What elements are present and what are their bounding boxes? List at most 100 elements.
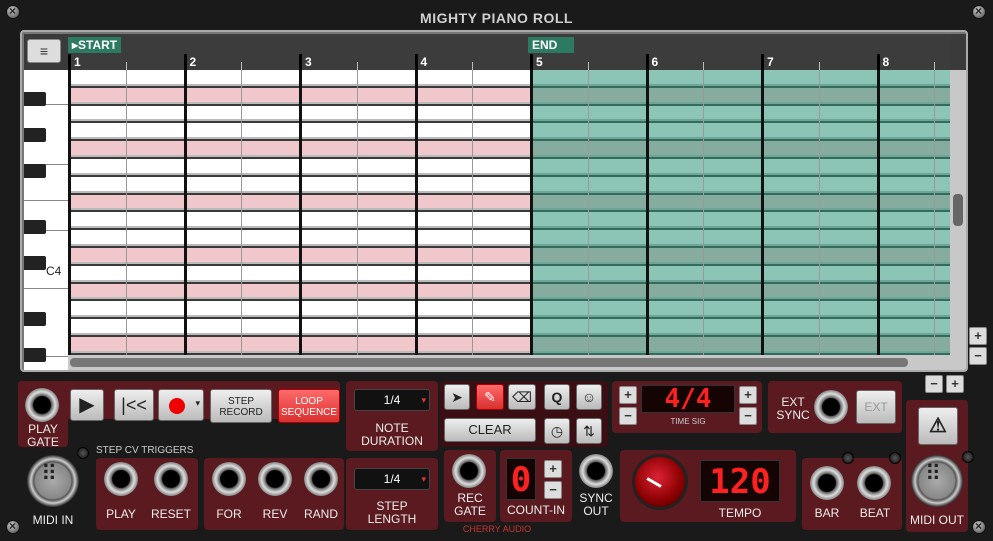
time-sig-numerator-plus[interactable]: + [619, 386, 637, 404]
beat-tick [934, 62, 936, 70]
bar-line [876, 70, 880, 355]
arrow-icon: ➤ [451, 389, 463, 405]
black-key[interactable] [24, 128, 46, 142]
trigger-jack-reset[interactable] [154, 462, 188, 496]
bar-line [414, 70, 418, 355]
trigger-jack-rand[interactable] [304, 462, 338, 496]
beat-led [889, 452, 901, 464]
screw-bottom-right [972, 519, 986, 534]
trigger-jack-play[interactable] [104, 462, 138, 496]
horizontal-scrollbar[interactable] [68, 355, 950, 370]
trigger-label-reset: RESET [150, 507, 191, 521]
play-button[interactable]: ▶ [70, 389, 104, 421]
sync-out-jack[interactable] [579, 454, 613, 488]
pencil-icon: ✎ [484, 389, 496, 405]
beat-tick [703, 62, 705, 70]
menu-button[interactable]: ≡ [27, 39, 61, 63]
start-marker[interactable]: ▸START [68, 37, 122, 53]
beat-tick [125, 62, 127, 70]
black-key[interactable] [24, 348, 46, 362]
beat-tick [241, 62, 243, 70]
white-key-divider [24, 200, 68, 201]
time-sig-label: TIME SIG [670, 417, 706, 426]
beat-line [703, 70, 705, 355]
black-key[interactable] [24, 256, 46, 270]
piano-keyboard[interactable]: C4 [24, 70, 68, 370]
rec-gate-jack[interactable] [452, 454, 486, 488]
trigger-jack-rev[interactable] [258, 462, 292, 496]
bar-jack[interactable] [810, 466, 844, 500]
record-button[interactable]: ▾ [158, 389, 204, 421]
bar-line [299, 70, 302, 355]
panic-button[interactable]: ⚠ [918, 407, 958, 445]
chevron-down-icon: ▾ [421, 474, 426, 484]
black-key[interactable] [24, 92, 46, 106]
trigger-label-rev: REV [262, 507, 288, 521]
midi-learn-button[interactable]: ☺ [576, 384, 602, 410]
vertical-zoom-out-button[interactable]: − [969, 347, 987, 365]
quantize-button[interactable]: Q [544, 384, 570, 410]
select-tool-button[interactable]: ➤ [444, 384, 470, 410]
start-marker-label: START [78, 38, 118, 52]
rewind-button[interactable]: |<< [114, 389, 154, 421]
eraser-tool-button[interactable]: ⌫ [508, 384, 536, 410]
loop-sequence-button[interactable]: LOOP SEQUENCE [278, 389, 340, 423]
black-key[interactable] [24, 312, 46, 326]
midi-in-jack[interactable] [27, 455, 79, 507]
bar-number: 5 [536, 55, 543, 69]
time-sig-denominator-minus[interactable]: − [739, 407, 757, 425]
pencil-tool-button[interactable]: ✎ [476, 384, 504, 410]
horizontal-zoom-out-button[interactable]: − [925, 375, 943, 393]
ext-sync-jack[interactable] [814, 390, 848, 424]
trigger-jack-for[interactable] [212, 462, 246, 496]
rec-gate-label: REC GATE [454, 491, 486, 518]
count-in-plus[interactable]: + [544, 460, 562, 478]
end-marker-label: END [532, 38, 558, 52]
transpose-button[interactable]: ⇅ [576, 418, 602, 444]
bar-tick [645, 54, 649, 70]
eraser-icon: ⌫ [512, 389, 532, 405]
bar-number: 4 [420, 55, 428, 69]
bar-number: 3 [305, 55, 312, 69]
sync-out-label: SYNC OUT [579, 491, 613, 518]
note-duration-label: NOTE DURATION [361, 421, 423, 448]
time-sig-numerator-minus[interactable]: − [619, 407, 637, 425]
step-record-button[interactable]: STEP RECORD [210, 389, 272, 423]
vertical-scrollbar[interactable] [950, 70, 966, 370]
chevron-down-icon: ▾ [195, 398, 200, 408]
bar-line [645, 70, 649, 355]
count-in-minus[interactable]: − [544, 481, 562, 499]
chevron-down-icon: ▾ [421, 395, 426, 405]
beat-line [356, 70, 358, 355]
brand-label: CHERRY AUDIO [462, 524, 532, 534]
midi-out-jack[interactable] [911, 455, 963, 507]
beat-line [125, 70, 127, 355]
note-grid[interactable] [68, 70, 950, 355]
up-down-arrows-icon: ⇅ [583, 423, 595, 439]
horizontal-zoom-in-button[interactable]: + [946, 375, 964, 393]
end-marker[interactable]: END [528, 37, 574, 53]
bar-tick [68, 54, 71, 70]
piano-roll[interactable]: ≡ ▸START END 1 2 3 4 5 6 7 8 C4 [20, 30, 968, 372]
beat-line [587, 70, 589, 355]
c4-label: C4 [46, 264, 62, 278]
bar-tick [876, 54, 880, 70]
note-duration-select[interactable]: 1/4 ▾ [354, 389, 430, 411]
ext-button[interactable]: EXT [856, 390, 896, 424]
horizontal-scroll-thumb[interactable] [70, 358, 908, 367]
step-length-select[interactable]: 1/4 ▾ [354, 468, 430, 490]
timeline-ruler[interactable]: ▸START END 1 2 3 4 5 6 7 8 [68, 34, 950, 70]
tempo-knob[interactable] [632, 454, 688, 510]
count-in-display: 0 [506, 458, 536, 500]
vertical-zoom-in-button[interactable]: + [969, 327, 987, 345]
tempo-tap-button[interactable]: ◷ [544, 418, 570, 444]
time-sig-denominator-plus[interactable]: + [739, 386, 757, 404]
clear-button[interactable]: CLEAR [444, 418, 536, 442]
black-key[interactable] [24, 164, 46, 178]
beat-line [472, 70, 474, 355]
head-icon: ☺ [581, 389, 597, 405]
play-gate-jack[interactable] [25, 388, 59, 422]
vertical-scroll-thumb[interactable] [953, 194, 963, 226]
beat-jack[interactable] [857, 466, 891, 500]
black-key[interactable] [24, 220, 46, 234]
